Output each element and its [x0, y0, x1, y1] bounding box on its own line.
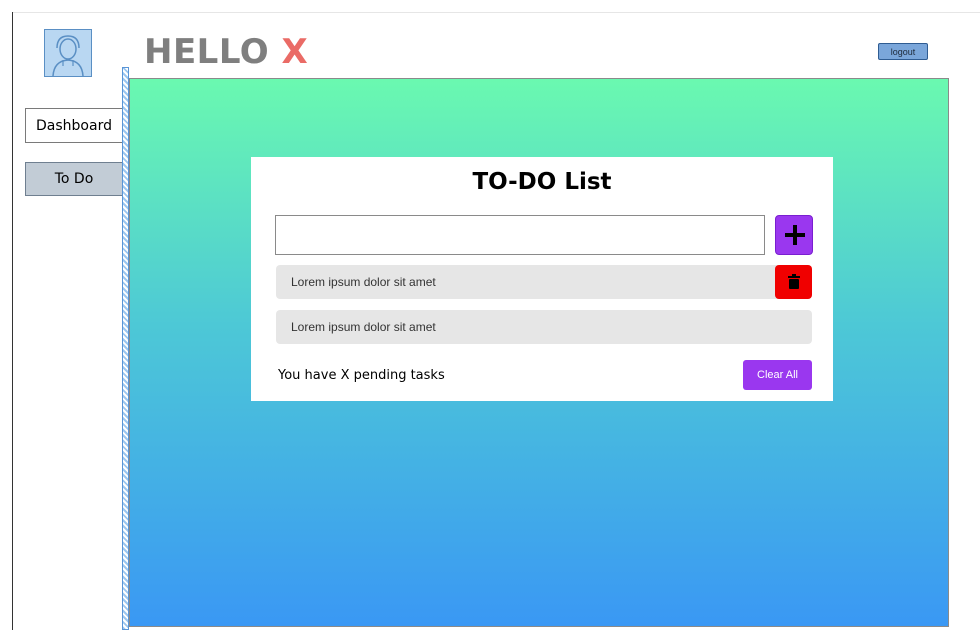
sidebar-item-dashboard[interactable]: Dashboard — [25, 108, 123, 143]
task-text: Lorem ipsum dolor sit amet — [291, 275, 436, 289]
add-task-button[interactable] — [775, 215, 813, 255]
user-avatar-icon — [44, 29, 92, 77]
trash-icon — [787, 274, 800, 289]
task-item[interactable]: Lorem ipsum dolor sit amet — [276, 310, 812, 344]
plus-icon — [785, 225, 805, 245]
logout-button[interactable]: logout — [878, 43, 928, 60]
sidebar-divider — [122, 67, 129, 630]
user-name: X — [281, 32, 309, 72]
pending-tasks-text: You have X pending tasks — [278, 368, 445, 383]
delete-task-button[interactable] — [775, 265, 812, 299]
clear-all-button[interactable]: Clear All — [743, 360, 812, 390]
task-text: Lorem ipsum dolor sit amet — [291, 320, 436, 334]
frame-top-border — [12, 12, 980, 13]
greeting-text: HELLO — [144, 32, 270, 72]
greeting-title: HELLO X — [144, 30, 308, 74]
new-task-input[interactable] — [275, 215, 765, 255]
frame-left-border — [12, 12, 13, 630]
task-item[interactable]: Lorem ipsum dolor sit amet — [276, 265, 812, 299]
todo-title: TO-DO List — [472, 169, 612, 195]
sidebar-item-todo[interactable]: To Do — [25, 162, 123, 196]
todo-card: TO-DO List Lorem ipsum dolor sit amet Lo… — [251, 157, 833, 401]
